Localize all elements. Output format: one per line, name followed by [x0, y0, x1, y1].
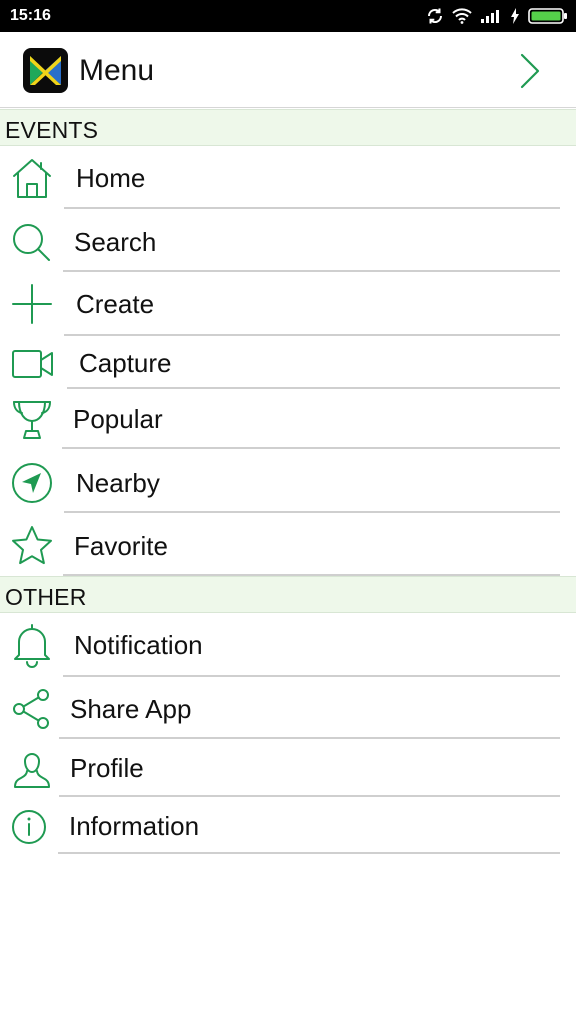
menu-item-share-app[interactable]: Share App — [0, 679, 576, 739]
divider — [59, 737, 560, 739]
app-header: Menu — [0, 32, 576, 108]
menu-item-label: Home — [76, 163, 146, 193]
status-icons — [426, 6, 568, 26]
divider — [64, 334, 560, 336]
menu-item-nearby[interactable]: Nearby — [0, 451, 576, 513]
divider — [67, 387, 560, 389]
menu-item-search[interactable]: Search — [0, 211, 576, 272]
section-header-other: OTHER — [0, 576, 576, 613]
app-logo-icon — [23, 48, 68, 93]
search-icon — [8, 219, 56, 267]
trophy-icon — [8, 396, 56, 444]
status-time: 15:16 — [10, 7, 51, 24]
divider — [62, 447, 560, 449]
menu-item-label: Create — [76, 289, 155, 319]
divider — [64, 207, 560, 209]
home-icon — [8, 154, 56, 202]
star-icon — [8, 522, 56, 570]
page-title: Menu — [79, 54, 155, 87]
divider — [63, 675, 560, 677]
menu-item-label: Nearby — [76, 468, 160, 498]
share-icon — [8, 685, 56, 733]
menu-item-notification[interactable]: Notification — [0, 614, 576, 677]
signal-icon — [480, 8, 502, 24]
video-camera-icon — [8, 340, 56, 388]
divider — [63, 270, 560, 272]
user-icon — [8, 746, 56, 794]
menu-item-label: Notification — [74, 630, 203, 660]
menu-item-label: Information — [69, 811, 200, 841]
menu-item-create[interactable]: Create — [0, 274, 576, 336]
menu-item-home[interactable]: Home — [0, 146, 576, 209]
section-title: OTHER — [5, 584, 87, 610]
menu-item-label: Favorite — [74, 531, 168, 561]
status-bar: 15:16 — [0, 0, 576, 32]
divider — [59, 795, 560, 797]
menu-item-label: Share App — [70, 694, 192, 724]
divider — [64, 511, 560, 513]
wifi-icon — [452, 8, 472, 24]
menu-item-label: Capture — [79, 348, 172, 378]
battery-icon — [528, 7, 568, 25]
divider — [58, 852, 560, 854]
section-header-events: EVENTS — [0, 109, 576, 146]
info-icon — [8, 804, 56, 852]
menu-item-information[interactable]: Information — [0, 799, 576, 855]
menu-item-popular[interactable]: Popular — [0, 391, 576, 449]
chevron-right-icon[interactable] — [516, 51, 544, 91]
menu-item-label: Profile — [70, 753, 144, 783]
navigation-icon — [8, 459, 56, 507]
menu-item-capture[interactable]: Capture — [0, 338, 576, 390]
menu-item-favorite[interactable]: Favorite — [0, 515, 576, 576]
menu-item-label: Search — [74, 227, 157, 257]
bell-icon — [8, 621, 56, 669]
menu-item-profile[interactable]: Profile — [0, 741, 576, 797]
section-title: EVENTS — [5, 117, 99, 143]
plus-icon — [8, 280, 56, 328]
sync-icon — [426, 7, 444, 25]
menu-item-label: Popular — [73, 404, 163, 434]
charging-icon — [510, 8, 520, 24]
